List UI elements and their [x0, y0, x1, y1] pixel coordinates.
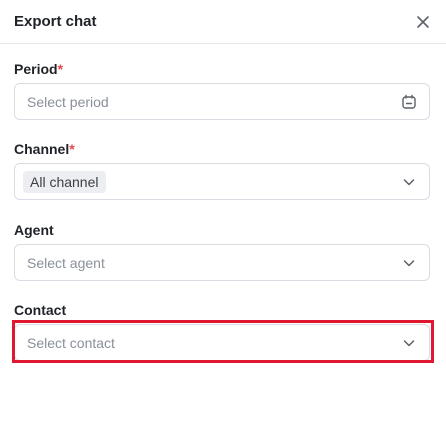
period-field[interactable]: Select period: [14, 83, 430, 120]
chevron-down-icon: [403, 260, 415, 267]
agent-select[interactable]: Select agent: [14, 244, 430, 281]
period-label: Period*: [14, 61, 64, 77]
chevron-down-icon: [403, 179, 415, 186]
channel-selected-chip: All channel: [23, 171, 106, 193]
required-mark: *: [69, 141, 75, 157]
dialog-title: Export chat: [14, 13, 97, 30]
export-chat-dialog: Export chat Period* Select period Channe…: [0, 0, 446, 447]
channel-select[interactable]: All channel: [14, 163, 430, 200]
dialog-header: Export chat: [0, 0, 446, 44]
period-placeholder: Select period: [27, 94, 109, 110]
close-icon: [417, 16, 429, 28]
channel-label: Channel*: [14, 141, 75, 157]
calendar-icon: [402, 94, 416, 109]
agent-placeholder: Select agent: [27, 255, 105, 271]
required-mark: *: [57, 61, 64, 77]
close-button[interactable]: [414, 13, 432, 31]
agent-label: Agent: [14, 222, 54, 238]
contact-label: Contact: [14, 302, 67, 318]
contact-field-highlight: [12, 320, 434, 363]
